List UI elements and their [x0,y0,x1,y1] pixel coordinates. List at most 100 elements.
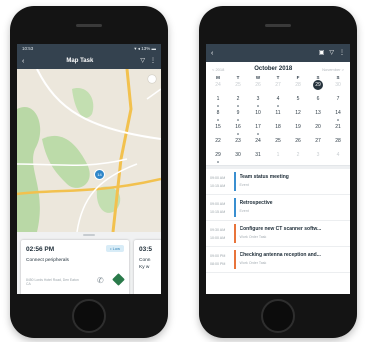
calendar-day[interactable]: 21 [328,123,348,137]
event-item[interactable]: 09:00 PM 08:00 PM Checking antenna recepti… [206,247,350,273]
prev-month-button[interactable]: < 2018 [212,67,224,72]
day-number: 12 [295,110,301,116]
day-number: 10 [255,110,261,116]
event-start-time: 09:00 AM [210,202,226,206]
calendar-day[interactable]: 9 [228,109,248,123]
calendar-day[interactable]: 24 [208,81,228,95]
task-cards: 02:56 PM • Low Connect peripherals 8450 … [17,232,161,294]
calendar-day[interactable]: 31 [248,151,268,165]
calendar-day[interactable]: 18 [268,123,288,137]
back-icon[interactable]: ‹ [211,50,213,57]
calendar-icon[interactable]: ▣ [319,50,325,56]
calendar-day[interactable]: 29 [208,151,228,165]
task-time: 03:5 [139,246,153,253]
event-color-bar [234,250,236,269]
event-end-time: 10:00 AM [210,236,226,240]
month-title: October 2018 [254,66,293,72]
day-number: 25 [235,82,241,88]
next-month-button[interactable]: November > [322,67,344,72]
calendar-day[interactable]: 3 [308,151,328,165]
calendar-day[interactable]: 28 [288,81,308,95]
filter-icon[interactable]: ▽ [140,58,145,64]
map-canvas [17,69,161,232]
calendar-day[interactable]: 2 [288,151,308,165]
calendar-day[interactable]: 3 [248,95,268,109]
event-end-time: 10:15 AM [210,184,226,188]
calendar-day[interactable]: 27 [268,81,288,95]
event-dot [257,105,259,107]
more-icon[interactable]: ⋮ [150,58,156,64]
day-number: 13 [315,110,321,116]
calendar-day[interactable]: 30 [228,151,248,165]
day-number: 5 [296,96,300,102]
event-start-time: 09:00 AM [210,176,226,180]
day-number: 26 [255,82,261,88]
calendar-day[interactable]: 27 [308,137,328,151]
calendar-day-selected[interactable]: 29 [308,80,328,95]
event-start-time: 09:30 AM [210,228,226,232]
map-pin[interactable]: 14 [94,169,105,180]
calendar-day[interactable]: 28 [328,137,348,151]
event-item[interactable]: 09:00 AM 10:15 AM Team status meeting Event [206,169,350,195]
calendar-day[interactable]: 15 [208,123,228,137]
filter-icon[interactable]: ▽ [329,50,334,56]
location-icon[interactable] [148,75,156,83]
task-card[interactable]: 02:56 PM • Low Connect peripherals 8450 … [21,240,129,294]
calendar-day[interactable]: 26 [248,81,268,95]
day-number: 8 [216,110,220,116]
calendar-day[interactable]: 12 [288,109,308,123]
calendar-day[interactable]: 4 [328,151,348,165]
calendar-day[interactable]: 25 [268,137,288,151]
day-number: 28 [335,138,341,144]
home-button[interactable] [261,299,295,333]
event-list: 09:00 AM 10:15 AM Team status meeting Event… [206,169,350,273]
directions-icon[interactable] [112,273,125,286]
day-number: 31 [255,152,261,158]
event-item[interactable]: 09:00 AM 10:15 AM Retrospective Event [206,195,350,221]
calendar-day[interactable]: 13 [308,109,328,123]
day-number: 7 [336,96,340,102]
calendar-day[interactable]: 11 [268,109,288,123]
calendar-day[interactable]: 22 [208,137,228,151]
event-title: Configure new CT scanner softw... [239,226,322,232]
calendar-day[interactable]: 30 [328,81,348,95]
calendar-day[interactable]: 23 [228,137,248,151]
task-card[interactable]: 03:5 Conn Ky w [134,240,161,294]
calendar-day[interactable]: 5 [288,95,308,109]
right-phone: ‹ ▣ ▽ ⋮ < 2018 October 2018 November > M… [199,6,357,338]
calendar-day[interactable]: 1 [268,151,288,165]
calendar-day[interactable]: 10 [248,109,268,123]
calendar-day[interactable]: 8 [208,109,228,123]
calendar-screen: ‹ ▣ ▽ ⋮ < 2018 October 2018 November > M… [206,44,350,294]
calendar-day[interactable]: 14 [328,109,348,123]
calendar-day[interactable]: 25 [228,81,248,95]
day-number: 28 [295,82,301,88]
weekday-header: MTWTFSS [206,74,350,81]
event-dot [237,105,239,107]
event-dot [237,133,239,135]
calendar-day[interactable]: 7 [328,95,348,109]
calendar-day[interactable]: 16 [228,123,248,137]
event-item[interactable]: 09:30 AM 10:00 AM Configure new CT scanner… [206,221,350,247]
calendar-day[interactable]: 6 [308,95,328,109]
drag-handle[interactable] [83,234,95,236]
calendar-day[interactable]: 24 [248,137,268,151]
more-icon[interactable]: ⋮ [339,50,345,56]
phone-icon[interactable]: ✆ [97,276,104,285]
task-address: 8450 Lords Hotel Road, Den Eaton CA [26,278,79,287]
calendar-day[interactable]: 19 [288,123,308,137]
event-subtitle: Event [239,183,249,187]
event-title: Team status meeting [239,174,289,180]
event-times: 09:30 AM 10:00 AM [206,221,234,246]
calendar-day[interactable]: 17 [248,123,268,137]
calendar-day[interactable]: 4 [268,95,288,109]
day-number: 29 [313,80,323,90]
speaker [76,24,102,27]
calendar-day[interactable]: 26 [288,137,308,151]
day-number: 11 [275,110,281,116]
home-button[interactable] [72,299,106,333]
map-view[interactable]: 14 [17,69,161,232]
calendar-day[interactable]: 20 [308,123,328,137]
calendar-day[interactable]: 2 [228,95,248,109]
calendar-day[interactable]: 1 [208,95,228,109]
